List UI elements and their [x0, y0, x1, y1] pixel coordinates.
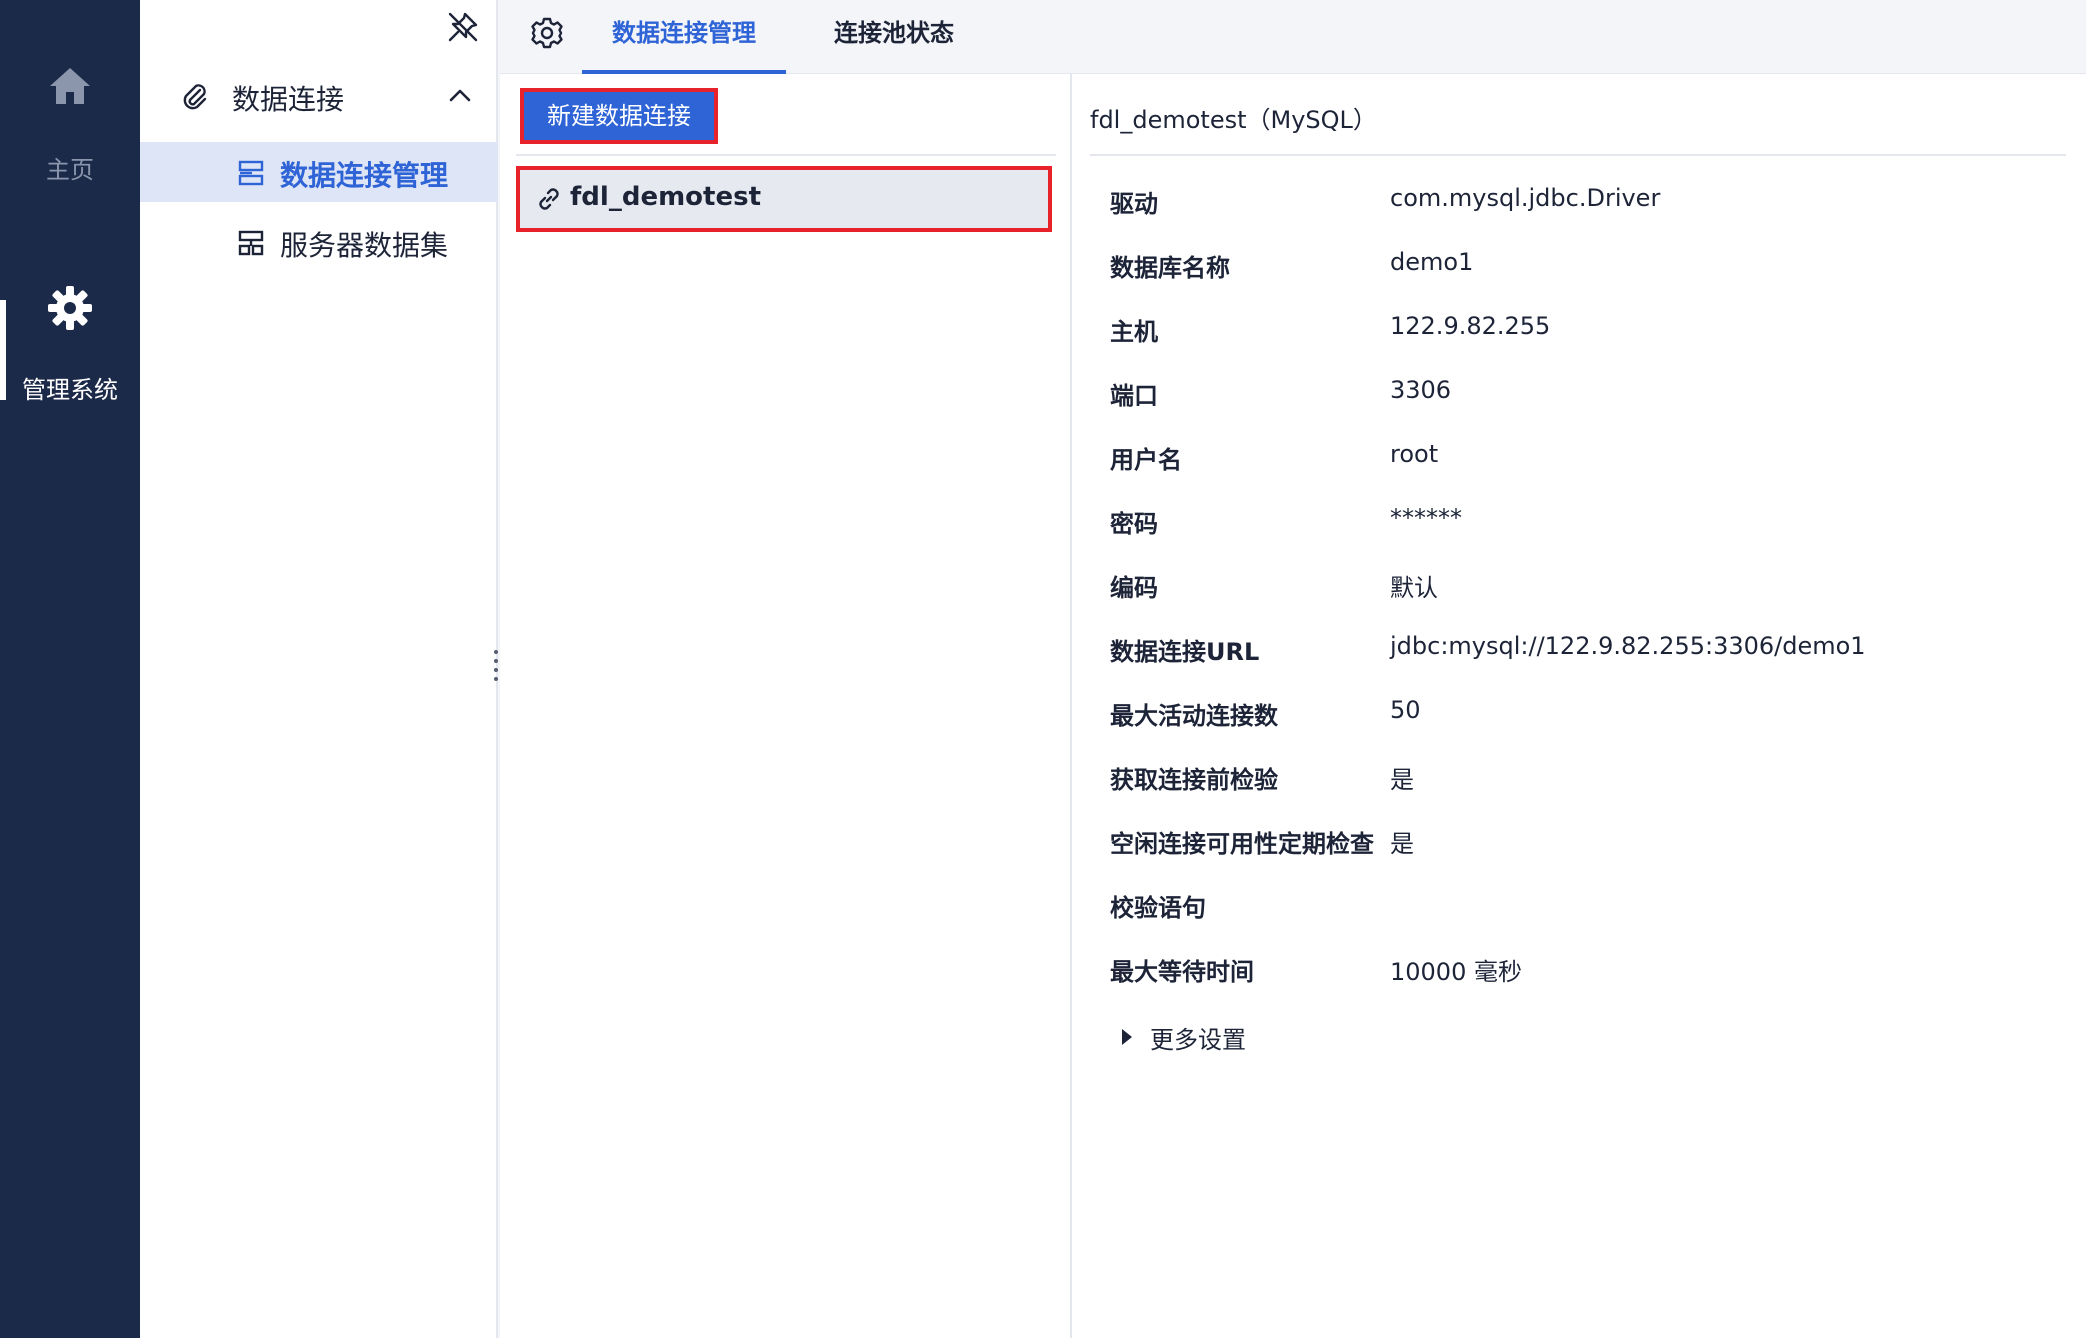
property-label: 驱动 [1110, 190, 1158, 218]
property-row-driver: 驱动 com.mysql.jdbc.Driver [1110, 184, 2070, 248]
paperclip-icon [183, 84, 207, 110]
property-row-database-name: 数据库名称 demo1 [1110, 248, 2070, 312]
property-label: 获取连接前检验 [1110, 766, 1278, 794]
rail-item-admin[interactable]: 管理系统 [0, 260, 140, 404]
tab-connection-pool-status[interactable]: 连接池状态 [806, 0, 982, 74]
property-row-url: 数据连接URL jdbc:mysql://122.9.82.255:3306/d… [1110, 632, 2070, 696]
caret-right-icon [1122, 1029, 1132, 1045]
property-row-port: 端口 3306 [1110, 376, 2070, 440]
property-value: demo1 [1390, 248, 1474, 276]
property-row-host: 主机 122.9.82.255 [1110, 312, 2070, 376]
property-row-password: 密码 ****** [1110, 504, 2070, 568]
property-row-test-while-idle: 空闲连接可用性定期检查 是 [1110, 824, 2070, 888]
nav-item-data-connection-management[interactable]: 数据连接管理 [140, 142, 498, 202]
property-value: 默认 [1390, 574, 1438, 602]
property-label: 数据连接URL [1110, 638, 1260, 666]
property-value: jdbc:mysql://122.9.82.255:3306/demo1 [1390, 632, 1866, 660]
property-value: 50 [1390, 696, 1421, 724]
property-label: 空闲连接可用性定期检查 [1110, 830, 1374, 858]
property-value: 是 [1390, 766, 1414, 794]
property-value: com.mysql.jdbc.Driver [1390, 184, 1661, 212]
property-row-max-wait: 最大等待时间 10000 毫秒 [1110, 952, 2070, 1016]
secondary-nav: 数据连接 数据连接管理 服务器数据集 [140, 0, 498, 1338]
property-list: 驱动 com.mysql.jdbc.Driver 数据库名称 demo1 主机 … [1110, 184, 2070, 1016]
property-value: ****** [1390, 504, 1462, 532]
property-value: 122.9.82.255 [1390, 312, 1551, 340]
property-value: 10000 毫秒 [1390, 958, 1522, 986]
nav-item-server-dataset[interactable]: 服务器数据集 [140, 212, 498, 272]
tab-data-connection-management[interactable]: 数据连接管理 [582, 0, 786, 74]
data-connection-icon [238, 160, 264, 186]
property-label: 端口 [1110, 382, 1158, 410]
property-value: 是 [1390, 830, 1414, 858]
property-label: 密码 [1110, 510, 1158, 538]
property-row-username: 用户名 root [1110, 440, 2070, 504]
gear-icon [48, 286, 92, 330]
more-settings-label: 更多设置 [1150, 1026, 1246, 1054]
property-label: 编码 [1110, 574, 1158, 602]
server-dataset-icon [238, 230, 264, 256]
divider [516, 154, 1056, 156]
connection-list-item[interactable]: fdl_demotest [516, 166, 1052, 232]
property-row-max-active: 最大活动连接数 50 [1110, 696, 2070, 760]
link-icon [539, 188, 559, 210]
property-row-test-on-borrow: 获取连接前检验 是 [1110, 760, 2070, 824]
main-rail: 主页 管理系统 [0, 0, 140, 1338]
app-window: 主页 管理系统 数据连接 数据连接管理 服务器数据集 数据连接管理 连接池状态 … [0, 0, 2086, 1338]
detail-title: fdl_demotest（MySQL） [1090, 106, 1377, 134]
connection-list-panel: 新建数据连接 fdl_demotest [500, 74, 1072, 1338]
rail-item-admin-label: 管理系统 [22, 376, 118, 404]
property-label: 用户名 [1110, 446, 1182, 474]
property-label: 主机 [1110, 318, 1158, 346]
nav-group-label: 数据连接 [232, 83, 345, 116]
property-row-validation-query: 校验语句 [1110, 888, 2070, 952]
nav-group-data-connection[interactable]: 数据连接 [140, 66, 498, 126]
new-data-connection-button[interactable]: 新建数据连接 [520, 88, 718, 144]
home-icon [50, 68, 90, 104]
property-label: 校验语句 [1110, 894, 1206, 922]
divider [1090, 154, 2066, 156]
chevron-up-icon [449, 89, 471, 102]
property-row-encoding: 编码 默认 [1110, 568, 2070, 632]
rail-item-home-label: 主页 [46, 156, 94, 184]
nav-item-label: 服务器数据集 [280, 229, 449, 262]
property-value: root [1390, 440, 1439, 468]
connection-name: fdl_demotest [570, 182, 762, 212]
property-label: 最大等待时间 [1110, 958, 1254, 986]
tab-bar: 数据连接管理 连接池状态 [500, 0, 2086, 74]
connection-detail-panel: fdl_demotest（MySQL） 驱动 com.mysql.jdbc.Dr… [1072, 74, 2086, 1338]
property-label: 数据库名称 [1110, 254, 1230, 282]
gear-icon[interactable] [530, 16, 564, 50]
property-label: 最大活动连接数 [1110, 702, 1278, 730]
rail-item-home[interactable]: 主页 [0, 40, 140, 184]
property-value: 3306 [1390, 376, 1452, 404]
unpin-icon[interactable] [446, 10, 480, 44]
nav-item-label: 数据连接管理 [280, 159, 449, 192]
